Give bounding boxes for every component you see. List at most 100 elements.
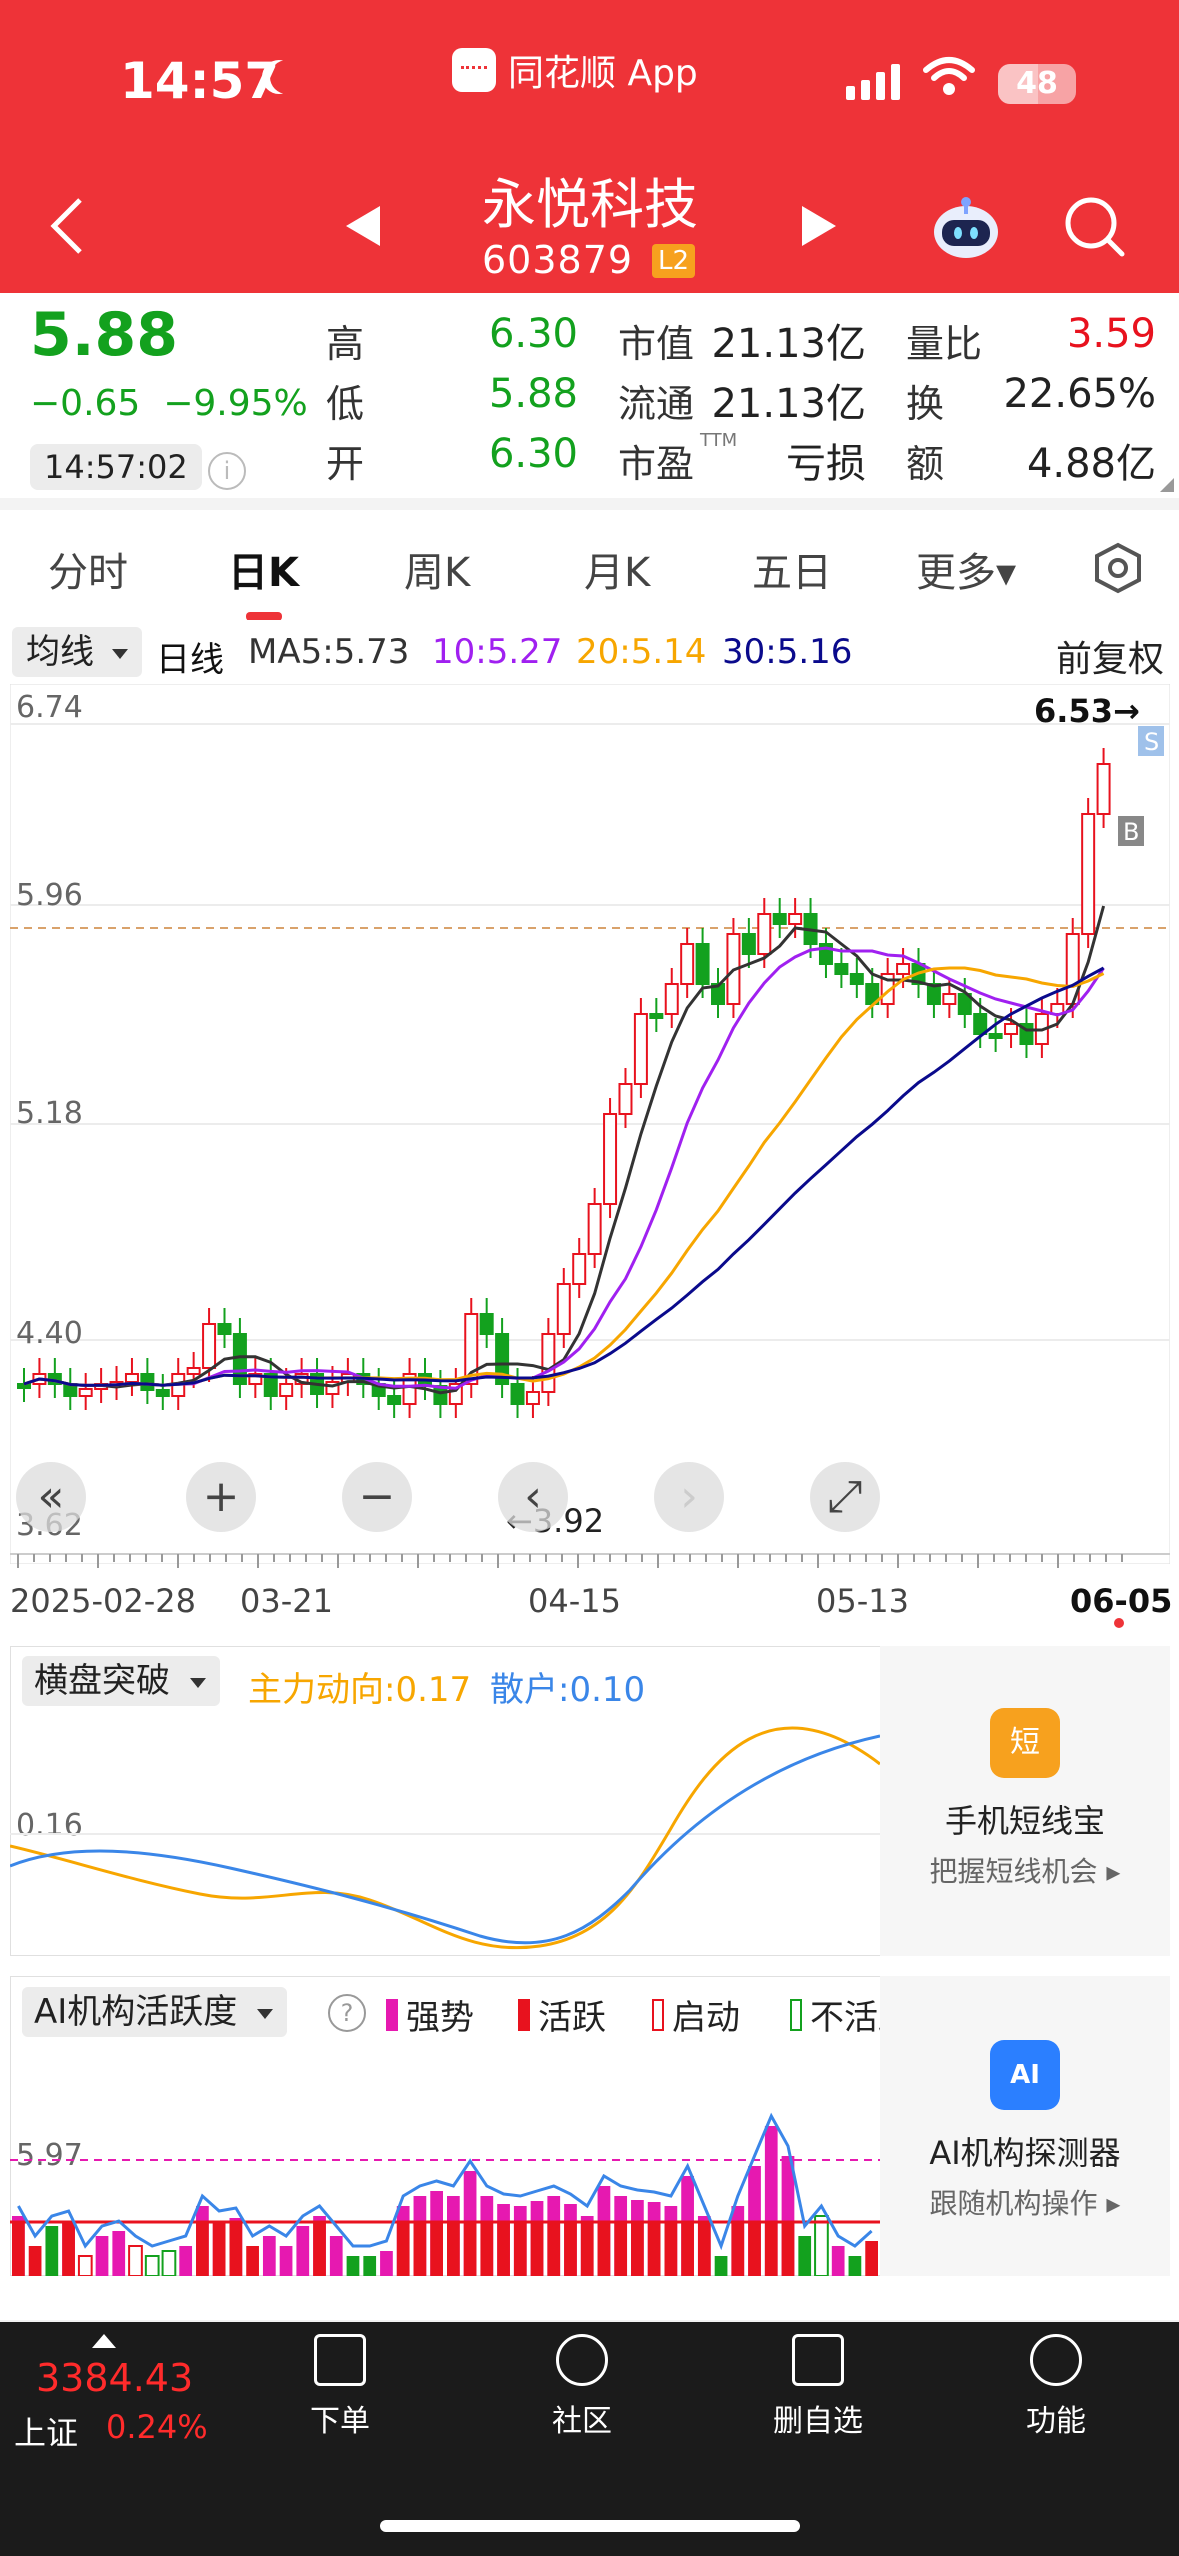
tab-intraday[interactable]: 分时: [48, 540, 128, 598]
activity-bar: [346, 2256, 360, 2276]
indicator2-select-dropdown[interactable]: AI机构活跃度: [22, 1987, 288, 2037]
tab-weekly-k[interactable]: 周K: [404, 540, 470, 598]
nav-order-label: 下单: [310, 2404, 370, 2439]
index-name: 上证: [14, 2414, 79, 2452]
remove-watchlist-icon: [792, 2334, 844, 2386]
activity-bar: [865, 2241, 878, 2276]
candlestick-chart[interactable]: S B: [10, 684, 1170, 1564]
activity-bar-base: [681, 2222, 694, 2276]
buy-marker-label: B: [1123, 818, 1139, 846]
ma30-label: 30:5.16: [722, 632, 853, 672]
activity-bar: [28, 2246, 42, 2276]
fullscreen-button[interactable]: ⤢: [810, 1462, 880, 1532]
open-value: 6.30: [488, 431, 578, 477]
activity-bar-base: [212, 2222, 226, 2276]
tab-more[interactable]: 更多▾: [916, 540, 1016, 598]
promo1-title: 手机短线宝: [944, 1802, 1105, 1840]
activity-bar-base: [513, 2222, 527, 2276]
community-star-icon: [556, 2334, 608, 2386]
app-badge[interactable]: 同花顺 App: [452, 44, 698, 96]
robot-assistant-icon[interactable]: [930, 192, 1002, 264]
help-icon[interactable]: ?: [328, 1994, 366, 2032]
change-percent: −9.95%: [163, 383, 308, 424]
activity-bar-base: [631, 2222, 644, 2276]
activity-bar: [45, 2226, 59, 2276]
activity-bar-base: [764, 2222, 778, 2276]
scroll-to-start-button[interactable]: «: [16, 1462, 86, 1532]
cellular-signal-icon: [846, 64, 900, 100]
date-label-end: 06-05: [1070, 1582, 1173, 1620]
market-cap-value: 21.13亿: [711, 321, 866, 367]
tab-five-day[interactable]: 五日: [752, 540, 832, 598]
promo-ai-detector[interactable]: AI AI机构探测器 跟随机构操作 ▸: [880, 1976, 1170, 2276]
date-axis: [10, 1553, 1170, 1568]
settings-hexagon-icon[interactable]: [1092, 542, 1144, 594]
index-expand-arrow-icon[interactable]: [92, 2334, 116, 2348]
stock-code: 603879: [482, 238, 634, 282]
tab-daily-k[interactable]: 日K: [228, 540, 299, 598]
zoom-out-button[interactable]: −: [342, 1462, 412, 1532]
ai-detector-icon-text: AI: [1010, 2060, 1040, 2090]
back-arrow-icon[interactable]: [48, 196, 88, 256]
nav-order[interactable]: 下单: [270, 2334, 410, 2440]
activity-bar: [814, 2215, 829, 2276]
activity-bar-base: [12, 2222, 25, 2276]
candle-body: [140, 1373, 155, 1391]
amount-value: 4.88亿: [1026, 441, 1156, 487]
tab-monthly-k[interactable]: 月K: [584, 540, 650, 598]
activity-bar: [798, 2236, 812, 2276]
ma10-label: 10:5.27: [432, 632, 563, 672]
previous-stock-button[interactable]: [346, 206, 380, 246]
market-cap-label: 市值: [618, 322, 695, 366]
activity-bar: [329, 2236, 343, 2276]
candle-body: [124, 1373, 139, 1383]
promo-short-term[interactable]: 短 手机短线宝 把握短线机会 ▸: [880, 1646, 1170, 1956]
candles-layer: [17, 748, 1111, 1418]
pe-label: 市盈: [618, 442, 695, 486]
change-amount: −0.65: [30, 383, 141, 424]
nav-functions[interactable]: 功能: [986, 2334, 1126, 2440]
activity-bar-base: [647, 2222, 661, 2276]
nav-community[interactable]: 社区: [512, 2334, 652, 2440]
nav-remove-watchlist[interactable]: 删自选: [748, 2334, 888, 2440]
current-price: 5.88: [30, 300, 179, 370]
candle-body: [541, 1333, 556, 1393]
candle-body: [556, 1283, 571, 1335]
activity-bar: [714, 2256, 728, 2276]
pe-value: 亏损: [786, 441, 866, 487]
price-adjust-button[interactable]: 前复权: [1056, 630, 1164, 682]
low-label: 低: [326, 382, 365, 426]
activity-bar-base: [396, 2222, 410, 2276]
legend-strong-label: 强势: [406, 1998, 474, 2038]
turnover-label: 换: [906, 382, 945, 426]
expand-corner-icon[interactable]: [1160, 478, 1174, 492]
scroll-left-button[interactable]: ‹: [498, 1462, 568, 1532]
activity-bar: [95, 2236, 109, 2276]
activity-bar-base: [748, 2222, 761, 2276]
retail-line: [10, 1734, 880, 1945]
activity-bar: [179, 2246, 193, 2276]
candle-body: [202, 1323, 217, 1369]
activity-bar: [831, 2246, 845, 2276]
candle-body: [741, 933, 756, 955]
candle-body: [849, 973, 864, 985]
candle-body: [695, 943, 710, 985]
indicator1-select-dropdown[interactable]: 横盘突破: [22, 1656, 220, 1706]
candle-body: [387, 1395, 402, 1405]
next-stock-button[interactable]: [802, 206, 836, 246]
activity-bar: [296, 2226, 310, 2276]
candle-body: [618, 1083, 633, 1115]
scroll-right-button[interactable]: ›: [654, 1462, 724, 1532]
index-value[interactable]: 3384.43: [36, 2356, 193, 2400]
candle-body: [649, 1013, 664, 1019]
candle-body: [988, 1033, 1003, 1039]
zoom-in-button[interactable]: +: [186, 1462, 256, 1532]
search-icon[interactable]: [1062, 194, 1128, 260]
candle-body: [973, 1013, 988, 1035]
candle-body: [896, 963, 911, 975]
activity-bar-base: [430, 2222, 443, 2276]
y-tick-1: 6.74: [16, 690, 83, 725]
info-icon[interactable]: i: [208, 452, 246, 490]
ma-select-dropdown[interactable]: 均线: [12, 627, 142, 677]
short-term-icon: 短: [990, 1708, 1060, 1778]
